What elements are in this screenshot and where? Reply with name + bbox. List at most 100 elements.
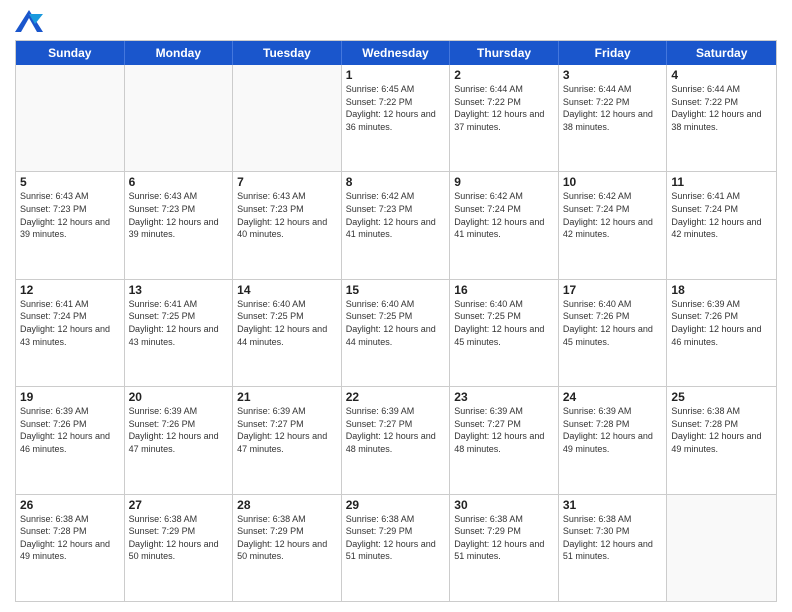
day-cell-12: 12Sunrise: 6:41 AMSunset: 7:24 PMDayligh… xyxy=(16,280,125,386)
day-info: Sunrise: 6:41 AMSunset: 7:24 PMDaylight:… xyxy=(671,190,772,240)
day-cell-6: 6Sunrise: 6:43 AMSunset: 7:23 PMDaylight… xyxy=(125,172,234,278)
calendar-body: 1Sunrise: 6:45 AMSunset: 7:22 PMDaylight… xyxy=(16,65,776,601)
day-cell-26: 26Sunrise: 6:38 AMSunset: 7:28 PMDayligh… xyxy=(16,495,125,601)
calendar-row-2: 5Sunrise: 6:43 AMSunset: 7:23 PMDaylight… xyxy=(16,171,776,278)
day-cell-18: 18Sunrise: 6:39 AMSunset: 7:26 PMDayligh… xyxy=(667,280,776,386)
calendar-row-3: 12Sunrise: 6:41 AMSunset: 7:24 PMDayligh… xyxy=(16,279,776,386)
day-number: 26 xyxy=(20,498,120,512)
header xyxy=(15,10,777,32)
calendar-row-4: 19Sunrise: 6:39 AMSunset: 7:26 PMDayligh… xyxy=(16,386,776,493)
day-info: Sunrise: 6:40 AMSunset: 7:25 PMDaylight:… xyxy=(346,298,446,348)
day-info: Sunrise: 6:44 AMSunset: 7:22 PMDaylight:… xyxy=(454,83,554,133)
day-info: Sunrise: 6:38 AMSunset: 7:30 PMDaylight:… xyxy=(563,513,663,563)
day-number: 29 xyxy=(346,498,446,512)
day-info: Sunrise: 6:42 AMSunset: 7:23 PMDaylight:… xyxy=(346,190,446,240)
day-cell-27: 27Sunrise: 6:38 AMSunset: 7:29 PMDayligh… xyxy=(125,495,234,601)
calendar-header-row: SundayMondayTuesdayWednesdayThursdayFrid… xyxy=(16,41,776,65)
day-number: 1 xyxy=(346,68,446,82)
day-cell-2: 2Sunrise: 6:44 AMSunset: 7:22 PMDaylight… xyxy=(450,65,559,171)
day-cell-19: 19Sunrise: 6:39 AMSunset: 7:26 PMDayligh… xyxy=(16,387,125,493)
day-number: 15 xyxy=(346,283,446,297)
day-cell-16: 16Sunrise: 6:40 AMSunset: 7:25 PMDayligh… xyxy=(450,280,559,386)
day-info: Sunrise: 6:38 AMSunset: 7:28 PMDaylight:… xyxy=(671,405,772,455)
day-info: Sunrise: 6:45 AMSunset: 7:22 PMDaylight:… xyxy=(346,83,446,133)
day-number: 8 xyxy=(346,175,446,189)
day-number: 9 xyxy=(454,175,554,189)
weekday-header-tuesday: Tuesday xyxy=(233,41,342,65)
day-cell-28: 28Sunrise: 6:38 AMSunset: 7:29 PMDayligh… xyxy=(233,495,342,601)
day-number: 14 xyxy=(237,283,337,297)
day-cell-23: 23Sunrise: 6:39 AMSunset: 7:27 PMDayligh… xyxy=(450,387,559,493)
day-cell-31: 31Sunrise: 6:38 AMSunset: 7:30 PMDayligh… xyxy=(559,495,668,601)
day-number: 28 xyxy=(237,498,337,512)
day-info: Sunrise: 6:39 AMSunset: 7:27 PMDaylight:… xyxy=(346,405,446,455)
day-info: Sunrise: 6:43 AMSunset: 7:23 PMDaylight:… xyxy=(20,190,120,240)
calendar-row-1: 1Sunrise: 6:45 AMSunset: 7:22 PMDaylight… xyxy=(16,65,776,171)
day-cell-8: 8Sunrise: 6:42 AMSunset: 7:23 PMDaylight… xyxy=(342,172,451,278)
weekday-header-sunday: Sunday xyxy=(16,41,125,65)
day-cell-3: 3Sunrise: 6:44 AMSunset: 7:22 PMDaylight… xyxy=(559,65,668,171)
day-cell-22: 22Sunrise: 6:39 AMSunset: 7:27 PMDayligh… xyxy=(342,387,451,493)
day-info: Sunrise: 6:41 AMSunset: 7:24 PMDaylight:… xyxy=(20,298,120,348)
day-number: 6 xyxy=(129,175,229,189)
day-cell-24: 24Sunrise: 6:39 AMSunset: 7:28 PMDayligh… xyxy=(559,387,668,493)
day-number: 2 xyxy=(454,68,554,82)
day-info: Sunrise: 6:38 AMSunset: 7:28 PMDaylight:… xyxy=(20,513,120,563)
empty-cell xyxy=(16,65,125,171)
day-cell-17: 17Sunrise: 6:40 AMSunset: 7:26 PMDayligh… xyxy=(559,280,668,386)
day-cell-13: 13Sunrise: 6:41 AMSunset: 7:25 PMDayligh… xyxy=(125,280,234,386)
day-cell-9: 9Sunrise: 6:42 AMSunset: 7:24 PMDaylight… xyxy=(450,172,559,278)
weekday-header-wednesday: Wednesday xyxy=(342,41,451,65)
day-info: Sunrise: 6:43 AMSunset: 7:23 PMDaylight:… xyxy=(237,190,337,240)
day-number: 7 xyxy=(237,175,337,189)
day-info: Sunrise: 6:39 AMSunset: 7:27 PMDaylight:… xyxy=(237,405,337,455)
day-info: Sunrise: 6:39 AMSunset: 7:26 PMDaylight:… xyxy=(671,298,772,348)
day-number: 16 xyxy=(454,283,554,297)
day-info: Sunrise: 6:39 AMSunset: 7:27 PMDaylight:… xyxy=(454,405,554,455)
day-info: Sunrise: 6:38 AMSunset: 7:29 PMDaylight:… xyxy=(237,513,337,563)
day-number: 25 xyxy=(671,390,772,404)
day-cell-15: 15Sunrise: 6:40 AMSunset: 7:25 PMDayligh… xyxy=(342,280,451,386)
calendar: SundayMondayTuesdayWednesdayThursdayFrid… xyxy=(15,40,777,602)
day-number: 31 xyxy=(563,498,663,512)
page: SundayMondayTuesdayWednesdayThursdayFrid… xyxy=(0,0,792,612)
day-info: Sunrise: 6:40 AMSunset: 7:26 PMDaylight:… xyxy=(563,298,663,348)
day-cell-1: 1Sunrise: 6:45 AMSunset: 7:22 PMDaylight… xyxy=(342,65,451,171)
day-info: Sunrise: 6:38 AMSunset: 7:29 PMDaylight:… xyxy=(346,513,446,563)
day-number: 19 xyxy=(20,390,120,404)
day-number: 13 xyxy=(129,283,229,297)
day-number: 18 xyxy=(671,283,772,297)
day-info: Sunrise: 6:39 AMSunset: 7:28 PMDaylight:… xyxy=(563,405,663,455)
day-info: Sunrise: 6:42 AMSunset: 7:24 PMDaylight:… xyxy=(454,190,554,240)
day-info: Sunrise: 6:39 AMSunset: 7:26 PMDaylight:… xyxy=(129,405,229,455)
day-cell-10: 10Sunrise: 6:42 AMSunset: 7:24 PMDayligh… xyxy=(559,172,668,278)
logo-icon xyxy=(15,10,43,32)
day-number: 30 xyxy=(454,498,554,512)
empty-cell xyxy=(667,495,776,601)
day-info: Sunrise: 6:41 AMSunset: 7:25 PMDaylight:… xyxy=(129,298,229,348)
day-number: 3 xyxy=(563,68,663,82)
day-cell-4: 4Sunrise: 6:44 AMSunset: 7:22 PMDaylight… xyxy=(667,65,776,171)
day-number: 24 xyxy=(563,390,663,404)
day-info: Sunrise: 6:42 AMSunset: 7:24 PMDaylight:… xyxy=(563,190,663,240)
day-info: Sunrise: 6:40 AMSunset: 7:25 PMDaylight:… xyxy=(237,298,337,348)
day-cell-14: 14Sunrise: 6:40 AMSunset: 7:25 PMDayligh… xyxy=(233,280,342,386)
day-cell-25: 25Sunrise: 6:38 AMSunset: 7:28 PMDayligh… xyxy=(667,387,776,493)
day-cell-20: 20Sunrise: 6:39 AMSunset: 7:26 PMDayligh… xyxy=(125,387,234,493)
day-info: Sunrise: 6:39 AMSunset: 7:26 PMDaylight:… xyxy=(20,405,120,455)
day-cell-30: 30Sunrise: 6:38 AMSunset: 7:29 PMDayligh… xyxy=(450,495,559,601)
day-number: 23 xyxy=(454,390,554,404)
day-cell-5: 5Sunrise: 6:43 AMSunset: 7:23 PMDaylight… xyxy=(16,172,125,278)
day-number: 17 xyxy=(563,283,663,297)
day-number: 4 xyxy=(671,68,772,82)
weekday-header-friday: Friday xyxy=(559,41,668,65)
weekday-header-monday: Monday xyxy=(125,41,234,65)
day-number: 10 xyxy=(563,175,663,189)
day-cell-29: 29Sunrise: 6:38 AMSunset: 7:29 PMDayligh… xyxy=(342,495,451,601)
day-info: Sunrise: 6:43 AMSunset: 7:23 PMDaylight:… xyxy=(129,190,229,240)
day-info: Sunrise: 6:40 AMSunset: 7:25 PMDaylight:… xyxy=(454,298,554,348)
day-number: 21 xyxy=(237,390,337,404)
day-info: Sunrise: 6:38 AMSunset: 7:29 PMDaylight:… xyxy=(129,513,229,563)
day-info: Sunrise: 6:38 AMSunset: 7:29 PMDaylight:… xyxy=(454,513,554,563)
day-number: 5 xyxy=(20,175,120,189)
